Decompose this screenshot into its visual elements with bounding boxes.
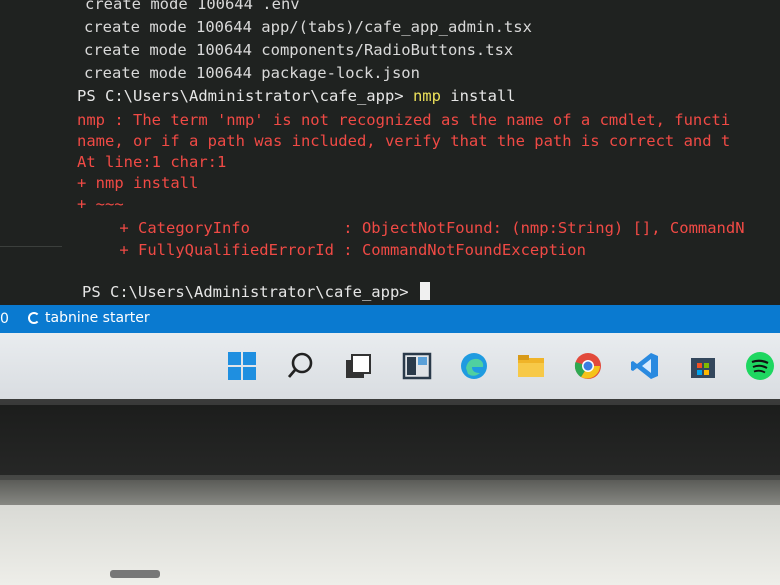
widgets-icon[interactable] (401, 350, 433, 382)
spotify-icon[interactable] (744, 350, 776, 382)
error-line: + ~~~ (77, 195, 124, 213)
terminal-line: create mode 100644 package-lock.json (84, 64, 420, 82)
store-icon[interactable] (687, 350, 719, 382)
error-line: + nmp install (77, 174, 199, 192)
taskbar (0, 333, 780, 399)
prompt: PS C:\Users\Administrator\cafe_app> (82, 283, 418, 301)
edge-browser-icon[interactable] (458, 350, 490, 382)
file-explorer-icon[interactable] (515, 350, 547, 382)
tabnine-icon (28, 312, 40, 324)
vscode-icon[interactable] (629, 350, 661, 382)
error-line: At line:1 char:1 (77, 153, 227, 171)
error-line: nmp : The term 'nmp' is not recognized a… (77, 111, 731, 129)
windows-start-icon[interactable] (226, 350, 258, 382)
command-args: install (440, 87, 516, 105)
terminal-line: create mode 100644 components/RadioButto… (84, 41, 514, 59)
typed-command: nmp (412, 87, 441, 105)
command-line: PS C:\Users\Administrator\cafe_app> nmp … (77, 86, 516, 106)
text-cursor (419, 282, 430, 300)
terminal-line: create mode 100644 .env (85, 0, 300, 13)
terminal-panel[interactable]: create mode 100644 .env create mode 1006… (0, 0, 780, 305)
status-bar: 0 tabnine starter (0, 305, 780, 333)
tabnine-status-item[interactable]: tabnine starter (28, 310, 150, 326)
error-line: name, or if a path was included, verify … (77, 132, 731, 150)
error-line: + CategoryInfo : ObjectNotFound: (nmp:St… (82, 219, 745, 237)
gutter-divider (0, 246, 62, 247)
error-line: + FullyQualifiedErrorId : CommandNotFoun… (82, 241, 586, 259)
prompt: PS C:\Users\Administrator\cafe_app> (77, 87, 413, 105)
tabnine-label: tabnine starter (45, 310, 150, 326)
status-count[interactable]: 0 (0, 311, 9, 327)
task-view-icon[interactable] (342, 350, 374, 382)
command-line-active[interactable]: PS C:\Users\Administrator\cafe_app> (82, 282, 430, 302)
chrome-browser-icon[interactable] (572, 350, 604, 382)
terminal-line: create mode 100644 app/(tabs)/cafe_app_a… (84, 18, 532, 36)
search-icon[interactable] (285, 350, 317, 382)
screen-bottom-bezel (0, 405, 780, 475)
laptop-notch (110, 570, 160, 578)
